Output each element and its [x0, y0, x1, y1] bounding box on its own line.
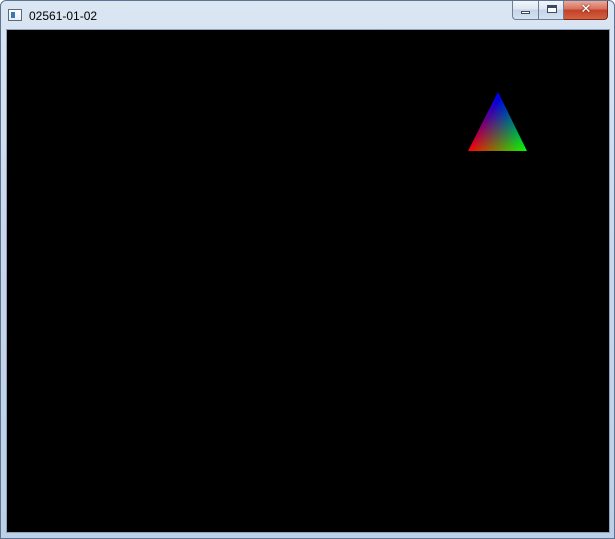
maximize-button[interactable] — [538, 1, 564, 20]
caption-buttons: ✕ — [512, 1, 608, 21]
render-canvas[interactable] — [6, 29, 610, 533]
window-title: 02561-01-02 — [29, 9, 98, 23]
application-icon-mark — [11, 12, 15, 18]
rgb-triangle — [468, 92, 527, 151]
triangle-vertex-right — [468, 92, 527, 151]
title-bar[interactable]: 02561-01-02 ✕ — [1, 1, 614, 30]
maximize-icon — [547, 5, 557, 13]
minimize-button[interactable] — [512, 1, 538, 20]
scene-svg — [468, 92, 527, 151]
close-button[interactable]: ✕ — [564, 1, 608, 20]
application-icon[interactable] — [8, 9, 22, 21]
close-icon: ✕ — [580, 2, 592, 17]
app-window: 02561-01-02 ✕ — [0, 0, 615, 539]
minimize-icon — [521, 11, 530, 14]
